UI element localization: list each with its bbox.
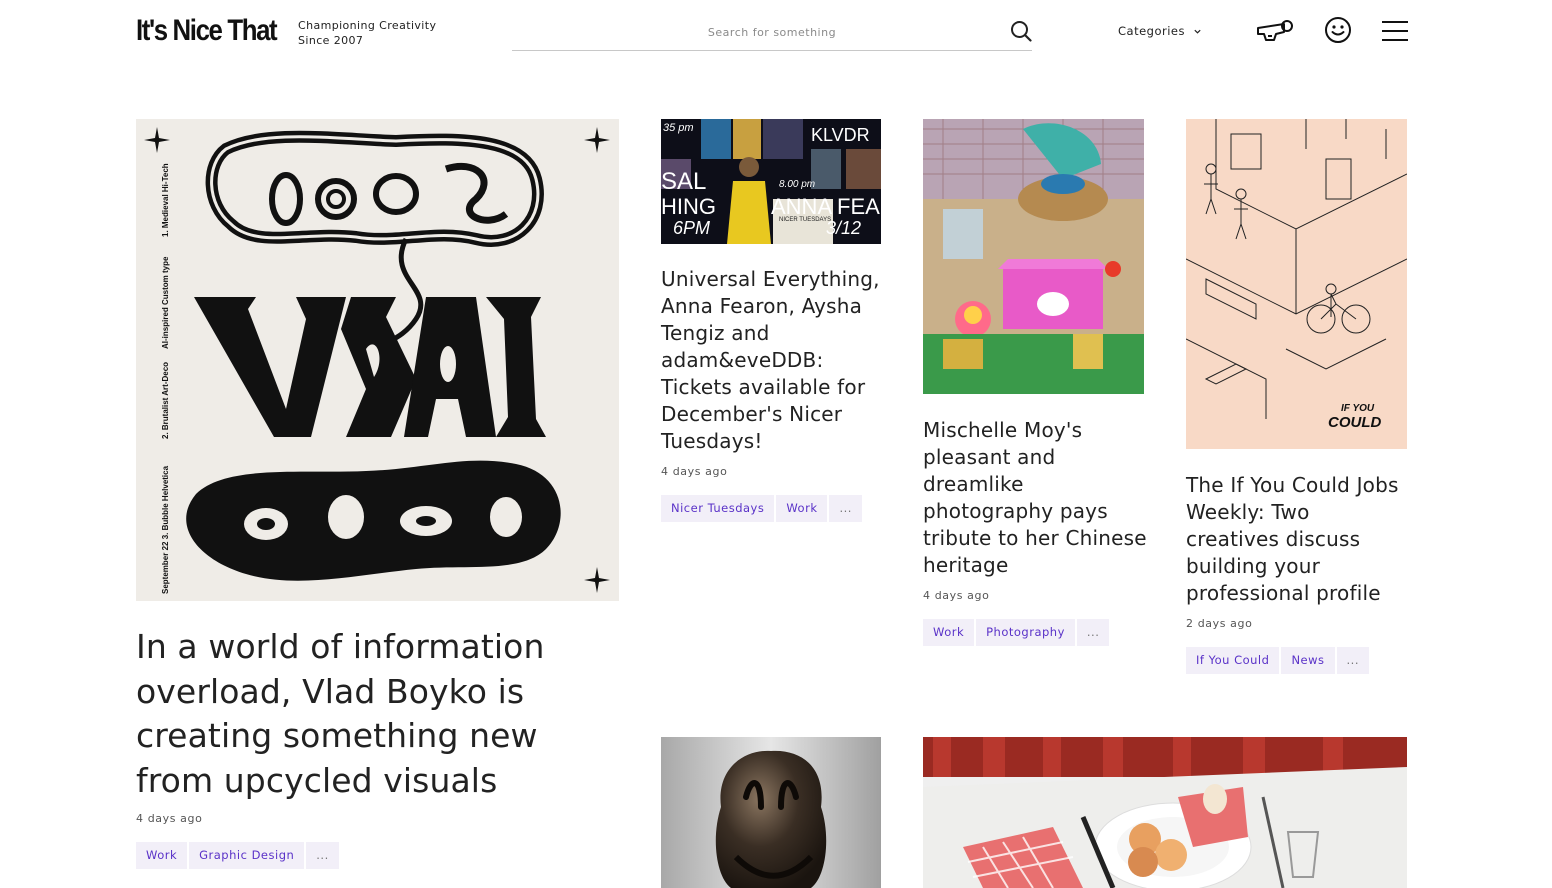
card-tags-nicer-tuesdays: Nicer Tuesdays Work ... — [661, 495, 862, 522]
screen-text-5: 8.00 pm — [779, 179, 815, 190]
card-image-mischelle-moy[interactable] — [923, 119, 1144, 394]
tag-news[interactable]: News — [1281, 647, 1335, 674]
whistle-icon[interactable] — [1254, 18, 1296, 44]
event-photo: 35 pm KLVDR SAL HING 8.00 pm 6PM ANNA FE… — [661, 119, 881, 244]
tag-more[interactable]: ... — [1336, 647, 1369, 674]
card-title-if-you-could[interactable]: The If You Could Jobs Weekly: Two creati… — [1186, 472, 1408, 607]
hamburger-menu-icon[interactable] — [1381, 20, 1409, 42]
office-illustration: IF YOU COULD — [1186, 119, 1407, 449]
illustration-text-1: IF YOU — [1341, 403, 1375, 414]
card-image-bronze-sculpture[interactable] — [661, 737, 881, 888]
card-image-if-you-could[interactable]: IF YOU COULD — [1186, 119, 1407, 449]
tag-if-you-could[interactable]: If You Could — [1186, 647, 1280, 674]
card-image-nicer-tuesdays[interactable]: 35 pm KLVDR SAL HING 8.00 pm 6PM ANNA FE… — [661, 119, 881, 244]
categories-label: Categories — [1118, 24, 1185, 38]
site-logo[interactable]: It's Nice That — [136, 14, 278, 48]
screen-text-3: SAL — [661, 168, 706, 195]
search-input[interactable] — [512, 20, 1032, 44]
tag-more[interactable]: ... — [829, 495, 862, 522]
screen-text-1: 35 pm — [663, 122, 694, 134]
screen-text-7: ANNA FEA — [771, 194, 880, 219]
search-bar — [512, 14, 1032, 51]
table-photo — [923, 737, 1407, 888]
card-tags-mischelle-moy: Work Photography ... — [923, 619, 1110, 646]
site-tagline: Championing Creativity Since 2007 — [298, 18, 436, 48]
chevron-down-icon — [1194, 29, 1201, 34]
screen-text-9: NICER TUESDAYS — [779, 217, 831, 223]
poster-side-text-3: 2. Brutalist Art-Deco — [161, 362, 170, 439]
feature-title[interactable]: In a world of information overload, Vlad… — [136, 625, 576, 803]
feature-date: 4 days ago — [136, 812, 203, 825]
site-header: It's Nice That Championing Creativity Si… — [0, 0, 1552, 70]
card-image-breakfast-table[interactable] — [923, 737, 1407, 888]
card-tags-if-you-could: If You Could News ... — [1186, 647, 1369, 674]
search-icon[interactable] — [1010, 20, 1032, 42]
screen-text-4: HING — [661, 194, 716, 219]
screen-text-2: KLVDR — [811, 125, 870, 145]
screen-text-8: 3/12 — [826, 218, 861, 238]
tag-work[interactable]: Work — [923, 619, 975, 646]
poster-side-text-4: September 22 3. Bubble Helvetica — [161, 465, 170, 594]
card-date-if-you-could: 2 days ago — [1186, 617, 1253, 630]
tag-nicer-tuesdays[interactable]: Nicer Tuesdays — [661, 495, 775, 522]
card-date-nicer-tuesdays: 4 days ago — [661, 465, 728, 478]
tag-more[interactable]: ... — [306, 842, 339, 869]
feature-image-poster[interactable]: 1. Medieval Hi-Tech AI-inspired Custom t… — [136, 119, 619, 601]
screen-text-6: 6PM — [673, 218, 710, 238]
tagline-line-1: Championing Creativity — [298, 19, 437, 32]
illustration-text-2: COULD — [1328, 414, 1381, 431]
card-title-mischelle-moy[interactable]: Mischelle Moy's pleasant and dreamlike p… — [923, 417, 1148, 579]
poster-side-text-1: 1. Medieval Hi-Tech — [161, 163, 170, 237]
card-title-nicer-tuesdays[interactable]: Universal Everything, Anna Fearon, Aysha… — [661, 266, 883, 455]
smiley-icon[interactable] — [1324, 16, 1352, 44]
tagline-line-2: Since 2007 — [298, 34, 364, 47]
categories-dropdown[interactable]: Categories — [1118, 24, 1202, 38]
poster-artwork: 1. Medieval Hi-Tech AI-inspired Custom t… — [144, 127, 610, 594]
still-life-photo — [923, 119, 1144, 394]
tag-more[interactable]: ... — [1076, 619, 1110, 646]
tag-photography[interactable]: Photography — [976, 619, 1075, 646]
sculpture-photo — [661, 737, 881, 888]
tag-graphic-design[interactable]: Graphic Design — [189, 842, 305, 869]
poster-side-text-2: AI-inspired Custom type — [161, 256, 170, 349]
card-date-mischelle-moy: 4 days ago — [923, 589, 990, 602]
tag-work[interactable]: Work — [776, 495, 828, 522]
tag-work[interactable]: Work — [136, 842, 188, 869]
feature-tags: Work Graphic Design ... — [136, 842, 339, 869]
